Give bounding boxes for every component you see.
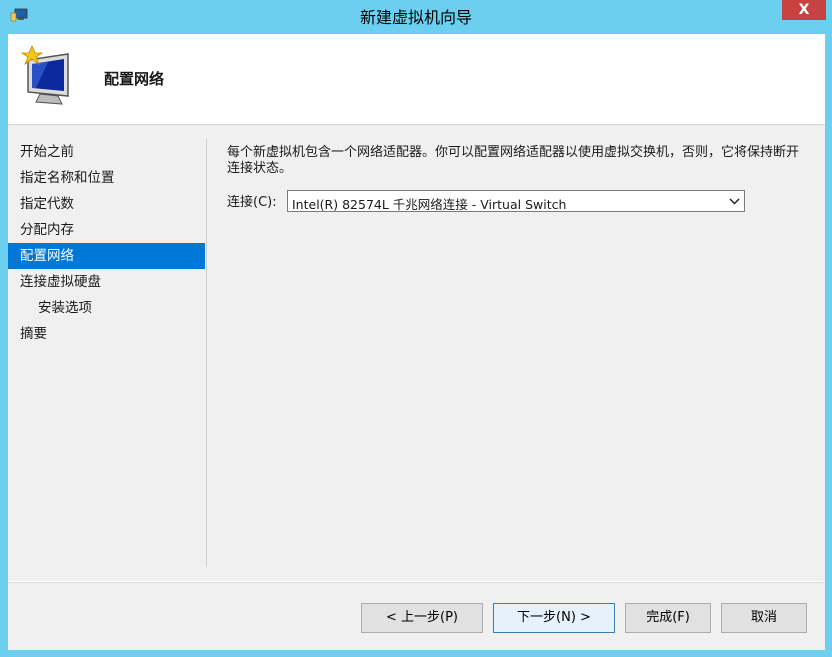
previous-button[interactable]: < 上一步(P) xyxy=(361,603,483,633)
window-title: 新建虚拟机向导 xyxy=(359,8,472,27)
connection-select-value: Intel(R) 82574L 千兆网络连接 - Virtual Switch xyxy=(292,197,567,212)
vertical-divider xyxy=(206,139,207,567)
wizard-content: 配置网络 开始之前 指定名称和位置 指定代数 分配内存 配置网络 连接虚拟硬盘 … xyxy=(8,34,825,650)
connection-label: 连接(C): xyxy=(227,195,277,210)
chevron-down-icon xyxy=(729,198,740,205)
nav-step-virtual-hard-disk[interactable]: 连接虚拟硬盘 xyxy=(8,269,205,295)
nav-step-networking[interactable]: 配置网络 xyxy=(8,243,205,269)
wizard-steps-nav: 开始之前 指定名称和位置 指定代数 分配内存 配置网络 连接虚拟硬盘 安装选项 … xyxy=(8,139,205,347)
wizard-body: 开始之前 指定名称和位置 指定代数 分配内存 配置网络 连接虚拟硬盘 安装选项 … xyxy=(8,125,825,581)
page-title: 配置网络 xyxy=(104,70,165,88)
wizard-header: 配置网络 xyxy=(8,34,825,125)
nav-step-before-you-begin[interactable]: 开始之前 xyxy=(8,139,205,165)
finish-button[interactable]: 完成(F) xyxy=(625,603,711,633)
next-button[interactable]: 下一步(N) > xyxy=(493,603,615,633)
nav-step-memory[interactable]: 分配内存 xyxy=(8,217,205,243)
connection-select[interactable]: Intel(R) 82574L 千兆网络连接 - Virtual Switch xyxy=(287,190,745,212)
new-vm-monitor-icon xyxy=(20,44,69,105)
nav-step-installation-options[interactable]: 安装选项 xyxy=(8,295,205,321)
close-button[interactable]: X xyxy=(782,0,826,20)
cancel-button[interactable]: 取消 xyxy=(721,603,807,633)
description-text: 每个新虚拟机包含一个网络适配器。你可以配置网络适配器以使用虚拟交换机，否则，它将… xyxy=(227,145,800,176)
nav-step-name-location[interactable]: 指定名称和位置 xyxy=(8,165,205,191)
title-bar[interactable]: 新建虚拟机向导 X xyxy=(0,0,832,32)
nav-step-generation[interactable]: 指定代数 xyxy=(8,191,205,217)
nav-step-summary[interactable]: 摘要 xyxy=(8,321,205,347)
wizard-window: 新建虚拟机向导 X 配置网络 开始之前 指定名称和位置 指定代数 分配内存 配置… xyxy=(0,0,832,657)
wizard-footer: < 上一步(P) 下一步(N) > 完成(F) 取消 xyxy=(8,582,825,650)
